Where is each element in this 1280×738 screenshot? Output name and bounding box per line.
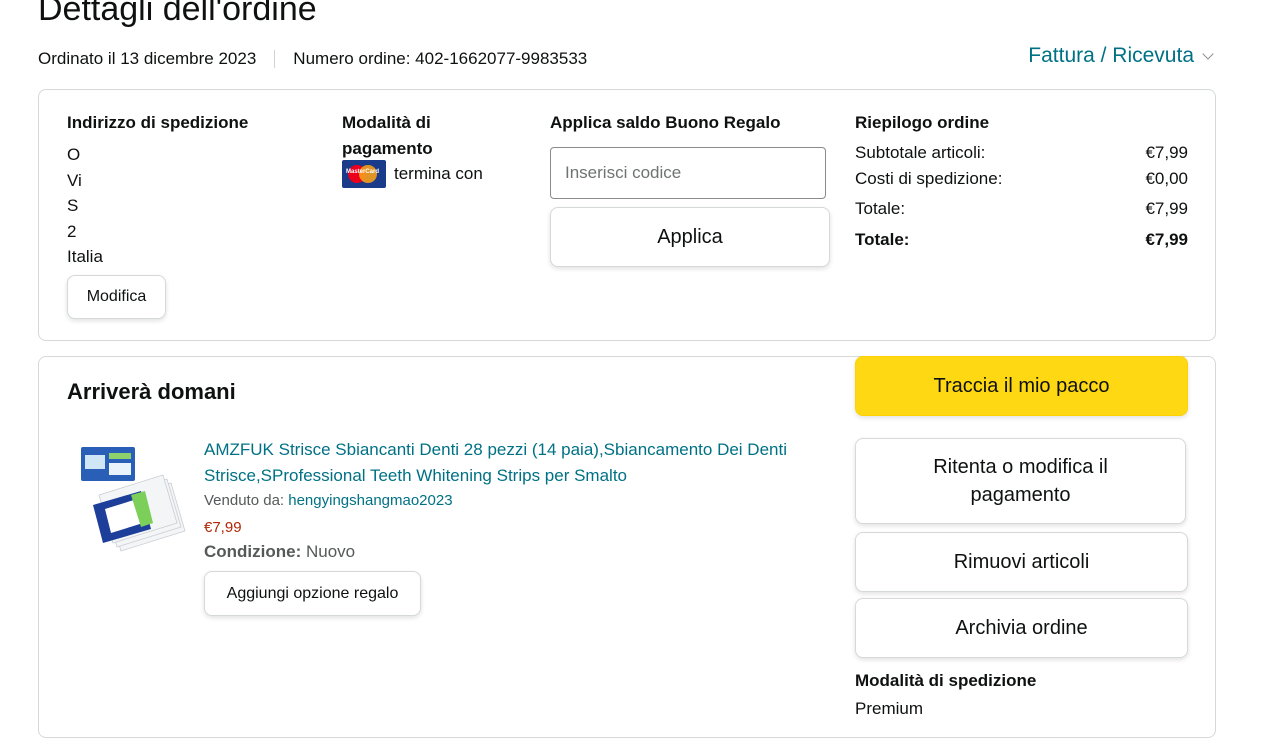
summary-label: Totale: — [855, 199, 906, 218]
add-gift-option-button[interactable]: Aggiungi opzione regalo — [204, 571, 421, 616]
summary-heading: Riepilogo ordine — [855, 113, 990, 132]
shipping-method-value: Premium — [855, 699, 924, 718]
product-image[interactable] — [79, 443, 191, 555]
address-line: Italia — [67, 247, 103, 266]
sold-by-label: Venduto da: — [204, 492, 285, 509]
summary-label: Costi di spedizione: — [855, 169, 1003, 188]
seller-link[interactable]: hengyingshangmao2023 — [288, 492, 452, 509]
address-line: 2 — [67, 221, 77, 241]
retry-payment-button[interactable]: Ritenta o modifica il pagamento — [855, 438, 1186, 524]
order-meta: Ordinato il 13 dicembre 2023 Numero ordi… — [38, 49, 587, 69]
product-price: €7,99 — [204, 519, 242, 536]
order-info-box: Indirizzo di spedizione O Vi S 2 Italia … — [38, 89, 1216, 341]
shipping-address-heading: Indirizzo di spedizione — [67, 113, 249, 132]
summary-label: Subtotale articoli: — [855, 143, 986, 162]
order-date: Ordinato il 13 dicembre 2023 — [38, 49, 257, 68]
apply-gift-button[interactable]: Applica — [550, 207, 830, 267]
order-number: Numero ordine: 402-1662077-9983533 — [293, 49, 588, 68]
edit-address-button[interactable]: Modifica — [67, 275, 166, 319]
shipping-method-heading: Modalità di spedizione — [855, 671, 1037, 690]
gift-code-input[interactable] — [550, 147, 826, 199]
payment-method: MasterCard termina con — [342, 160, 483, 188]
page-title: Dettagli dell'ordine — [38, 0, 317, 28]
condition-value: Nuovo — [306, 542, 356, 561]
invoice-label: Fattura / Ricevuta — [1028, 44, 1194, 67]
summary-row: Costi di spedizione: €0,00 — [855, 169, 1188, 189]
gift-card-heading: Applica saldo Buono Regalo — [550, 113, 781, 132]
summary-row: Totale: €7,99 — [855, 199, 1188, 219]
product-condition: Condizione: Nuovo — [204, 542, 355, 562]
condition-label: Condizione: — [204, 542, 302, 561]
sold-by: Venduto da: hengyingshangmao2023 — [204, 492, 453, 509]
track-package-button[interactable]: Traccia il mio pacco — [855, 356, 1188, 416]
product-title-link[interactable]: AMZFUK Strisce Sbiancanti Denti 28 pezzi… — [204, 437, 829, 489]
summary-label: Totale: — [855, 230, 910, 249]
mastercard-icon: MasterCard — [342, 160, 386, 188]
summary-value: €7,99 — [1145, 143, 1188, 162]
delivery-status: Arriverà domani — [67, 379, 236, 404]
summary-value: €0,00 — [1145, 169, 1188, 188]
meta-divider — [274, 50, 276, 68]
summary-value: €7,99 — [1145, 199, 1188, 218]
shipping-address: O Vi S 2 Italia — [67, 142, 103, 270]
summary-total-row: Totale: €7,99 — [855, 230, 1188, 250]
summary-row: Subtotale articoli: €7,99 — [855, 143, 1188, 163]
shipment-box: Arriverà domani AMZFUK Strisce Sbiancant… — [38, 356, 1216, 738]
address-line: Vi — [67, 170, 82, 190]
address-line: O — [67, 145, 81, 164]
summary-value: €7,99 — [1145, 230, 1188, 249]
chevron-down-icon — [1202, 48, 1214, 60]
invoice-dropdown[interactable]: Fattura / Ricevuta — [1028, 44, 1214, 68]
card-ending-text: termina con — [394, 164, 483, 183]
payment-heading: Modalità di pagamento — [342, 113, 433, 158]
address-line: S — [67, 196, 79, 215]
remove-items-button[interactable]: Rimuovi articoli — [855, 532, 1188, 592]
archive-order-button[interactable]: Archivia ordine — [855, 598, 1188, 658]
